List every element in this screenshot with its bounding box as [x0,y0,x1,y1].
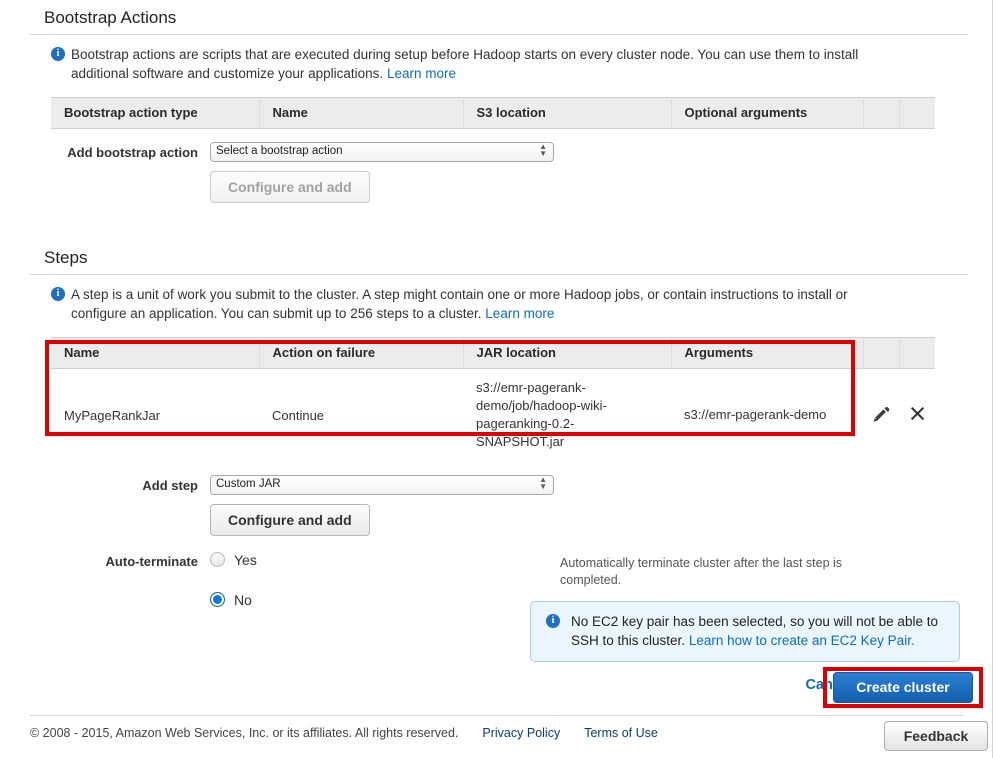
table-header-row: Bootstrap action type Name S3 location O… [51,97,935,129]
feedback-button[interactable]: Feedback [884,721,988,751]
col-step-action-on-failure: Action on failure [259,336,464,369]
col-bootstrap-edit [863,97,900,129]
col-step-edit [863,336,900,369]
step-configure-and-add-button[interactable]: Configure and add [210,503,370,536]
pencil-icon[interactable] [872,404,891,426]
auto-terminate-no-option[interactable]: No [210,592,560,608]
radio-no[interactable] [210,592,225,607]
col-step-name: Name [51,336,260,369]
bootstrap-configure-and-add-button[interactable]: Configure and add [210,170,370,203]
auto-terminate-yes-help: Automatically terminate cluster after th… [560,555,843,587]
step-jar-location-cell: s3://emr-pagerank-demo/job/hadoop-wiki-p… [463,368,671,462]
step-arguments-cell: s3://emr-pagerank-demo [671,368,863,462]
step-name-cell: MyPageRankJar [51,368,259,462]
info-icon: i [51,47,65,61]
radio-yes-label: Yes [234,551,257,568]
add-bootstrap-action-row: Add bootstrap action Select a bootstrap … [0,141,992,203]
table-row: MyPageRankJar Continue s3://emr-pagerank… [51,368,935,462]
footer: © 2008 - 2015, Amazon Web Services, Inc.… [30,726,658,740]
steps-info-text: A step is a unit of work you submit to t… [71,286,848,321]
add-bootstrap-action-label: Add bootstrap action [67,145,198,160]
steps-learn-more-link[interactable]: Learn more [485,306,554,321]
step-edit-cell [863,368,899,462]
col-bootstrap-name: Name [259,97,464,129]
bootstrap-info-text: Bootstrap actions are scripts that are e… [71,47,859,81]
col-step-arguments: Arguments [671,336,864,369]
auto-terminate-label: Auto-terminate [105,553,198,569]
step-action-on-failure-cell: Continue [259,368,463,462]
add-step-select[interactable]: Custom JAR [210,474,554,495]
bootstrap-info-paragraph: i Bootstrap actions are scripts that are… [0,35,930,83]
radio-yes[interactable] [210,552,225,567]
add-step-label: Add step [142,478,198,493]
bootstrap-actions-heading: Bootstrap Actions [44,8,177,27]
close-x-icon[interactable] [907,403,928,427]
col-bootstrap-optional-arguments: Optional arguments [671,97,864,129]
bootstrap-learn-more-link[interactable]: Learn more [387,66,456,81]
emr-create-cluster-page: Bootstrap Actions i Bootstrap actions ar… [0,0,993,758]
steps-heading: Steps [44,247,88,267]
bootstrap-action-select[interactable]: Select a bootstrap action [210,141,554,162]
terms-of-use-link[interactable]: Terms of Use [584,726,658,740]
info-icon: i [546,614,560,628]
col-bootstrap-s3-location: S3 location [463,97,672,129]
footer-divider [30,715,963,716]
steps-info-paragraph: i A step is a unit of work you submit to… [0,275,930,323]
info-icon: i [51,286,65,301]
ec2-key-pair-alert: i No EC2 key pair has been selected, so … [530,601,960,662]
add-step-select-wrap[interactable]: Custom JAR ▲ ▼ [210,474,554,495]
ec2-key-pair-link[interactable]: Learn how to create an EC2 Key Pair. [689,633,915,648]
add-step-row: Add step Custom JAR ▲ ▼ Configure and add [0,474,992,536]
col-step-delete [899,336,935,369]
col-bootstrap-action-type: Bootstrap action type [51,97,260,129]
col-step-jar-location: JAR location [463,336,672,369]
privacy-policy-link[interactable]: Privacy Policy [482,726,560,740]
auto-terminate-yes-option[interactable]: Yes [210,552,560,568]
copyright-text: © 2008 - 2015, Amazon Web Services, Inc.… [30,726,459,740]
col-bootstrap-delete [899,97,935,129]
bootstrap-action-select-wrap[interactable]: Select a bootstrap action ▲ ▼ [210,141,554,162]
step-delete-cell [899,368,935,462]
bootstrap-actions-table: Bootstrap action type Name S3 location O… [51,97,935,129]
radio-no-label: No [234,591,252,608]
table-header-row: Name Action on failure JAR location Argu… [51,336,935,369]
create-cluster-button[interactable]: Create cluster [833,672,973,703]
steps-table: Name Action on failure JAR location Argu… [51,336,935,462]
